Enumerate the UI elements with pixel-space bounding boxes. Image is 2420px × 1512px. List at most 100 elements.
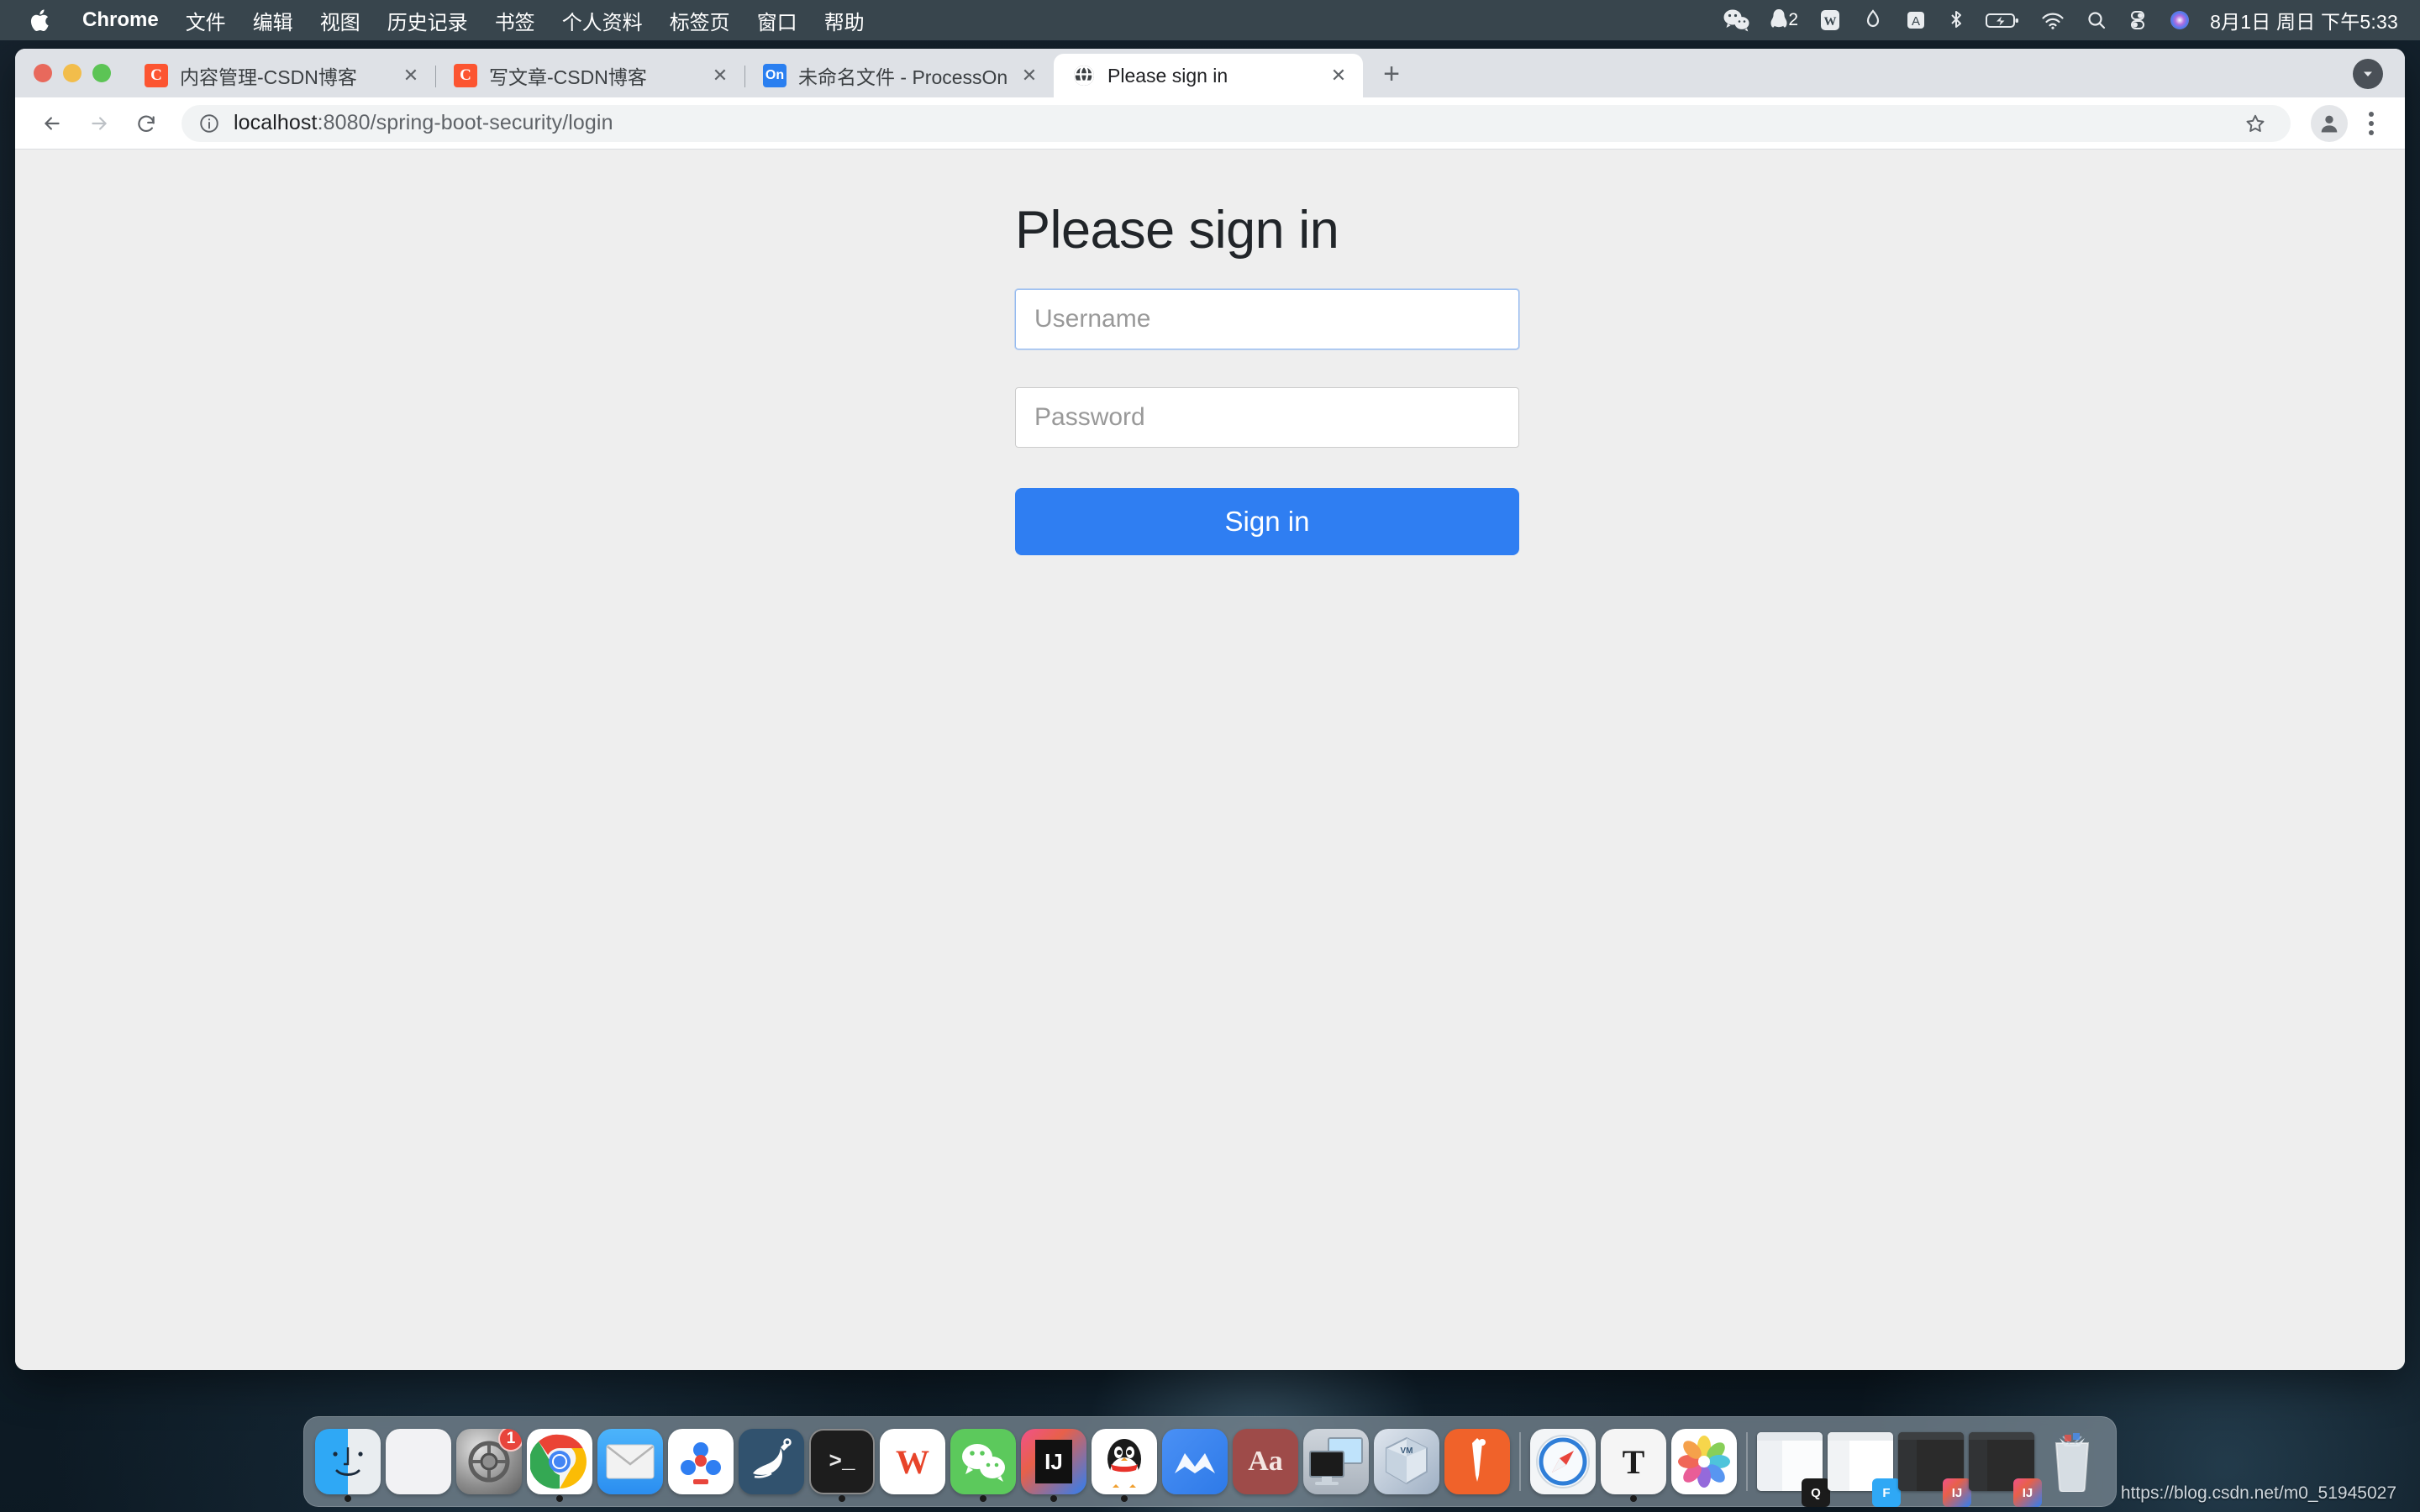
forward-button[interactable] <box>76 100 123 147</box>
intellij-idea-icon: IJ <box>1021 1429 1086 1494</box>
tab-close-button[interactable]: ✕ <box>1324 61 1353 90</box>
dock-sketch[interactable] <box>1442 1420 1512 1504</box>
svg-text:VM: VM <box>1401 1446 1413 1456</box>
dock-virtualbox[interactable]: VM <box>1371 1420 1442 1504</box>
login-form: Please sign in Sign in <box>1015 150 1519 556</box>
chrome-icon <box>527 1429 592 1494</box>
minimize-window-button[interactable] <box>63 64 82 82</box>
mindmaster-icon <box>1162 1429 1228 1494</box>
wifi-status-icon[interactable] <box>2030 0 2075 40</box>
dock-qq[interactable] <box>1089 1420 1160 1504</box>
dock-trash[interactable] <box>2037 1420 2107 1504</box>
dock-minimized-qq-window[interactable]: Q <box>1754 1420 1830 1507</box>
baidu-netdisk-icon <box>668 1429 734 1494</box>
close-window-button[interactable] <box>34 64 52 82</box>
menu-history[interactable]: 历史记录 <box>374 0 481 40</box>
menu-view[interactable]: 视图 <box>307 0 374 40</box>
diamond-status-icon[interactable] <box>1852 0 1894 40</box>
siri-icon[interactable] <box>2158 0 2202 40</box>
dictionary-icon: Aa <box>1233 1429 1298 1494</box>
dock-wechat[interactable] <box>948 1420 1018 1504</box>
dock-baidu-netdisk[interactable] <box>666 1420 736 1504</box>
site-info-icon[interactable] <box>198 113 220 134</box>
menu-edit[interactable]: 编辑 <box>239 0 307 40</box>
dock-google-chrome[interactable] <box>524 1420 595 1504</box>
tab-close-button[interactable]: ✕ <box>1015 61 1044 90</box>
running-indicator-dot <box>345 1495 351 1502</box>
wechat-status-icon[interactable] <box>1713 0 1760 40</box>
tab-title: 未命名文件 - ProcessOn <box>798 66 1008 88</box>
sign-in-button[interactable]: Sign in <box>1015 488 1519 556</box>
dock-system-preferences[interactable]: 1 <box>454 1420 524 1504</box>
dock-finder[interactable] <box>313 1420 383 1504</box>
tab-close-button[interactable]: ✕ <box>397 61 425 90</box>
tab-write-article-csdn[interactable]: C 写文章-CSDN博客 ✕ <box>435 54 744 97</box>
bluetooth-status-icon[interactable] <box>1938 0 1975 40</box>
new-tab-button[interactable]: + <box>1370 52 1413 96</box>
processon-favicon-icon: On <box>763 64 786 87</box>
input-method-status-icon[interactable]: A <box>1894 0 1938 40</box>
dock-mysql-workbench[interactable] <box>736 1420 807 1504</box>
dock-safari[interactable] <box>1528 1420 1598 1504</box>
chrome-menu-button[interactable] <box>2353 100 2390 147</box>
menu-bar-status-area: 2 W A 8月1日 周日 下午5:33 <box>1713 0 2420 40</box>
dock-mindmaster[interactable] <box>1160 1420 1230 1504</box>
virtualbox-icon: VM <box>1374 1429 1439 1494</box>
wps-status-icon[interactable]: W <box>1808 0 1852 40</box>
tab-search-button[interactable] <box>2353 59 2383 89</box>
dock-intellij-idea[interactable]: IJ <box>1018 1420 1089 1504</box>
apple-logo-icon[interactable] <box>20 0 60 40</box>
password-input[interactable] <box>1015 387 1519 449</box>
qq-status-badge: 2 <box>1788 10 1799 29</box>
tab-close-button[interactable]: ✕ <box>706 61 734 90</box>
spotlight-search-icon[interactable] <box>2075 0 2118 40</box>
csdn-favicon-icon: C <box>145 64 168 87</box>
dock-dictionary[interactable]: Aa <box>1230 1420 1301 1504</box>
qq-status-icon[interactable]: 2 <box>1760 0 1808 40</box>
control-center-icon[interactable] <box>2118 0 2158 40</box>
menu-file[interactable]: 文件 <box>172 0 239 40</box>
chrome-browser-window: C 内容管理-CSDN博客 ✕ C 写文章-CSDN博客 ✕ On 未命名文件 … <box>15 49 2405 1370</box>
menu-window[interactable]: 窗口 <box>744 0 811 40</box>
qq-penguin-icon <box>1092 1429 1157 1494</box>
photos-icon <box>1671 1429 1737 1494</box>
svg-text:W: W <box>1824 15 1837 29</box>
tab-please-sign-in[interactable]: Please sign in ✕ <box>1054 54 1363 97</box>
address-bar[interactable]: localhost:8080/spring-boot-security/logi… <box>182 104 2291 142</box>
dock-launchpad[interactable] <box>383 1420 454 1504</box>
tab-processon[interactable]: On 未命名文件 - ProcessOn ✕ <box>744 54 1054 97</box>
tab-separator <box>744 66 745 87</box>
dock-minimized-finder-window[interactable]: F <box>1825 1420 1901 1507</box>
dock-remote-desktop[interactable] <box>1301 1420 1371 1504</box>
dock-wps-office[interactable]: W <box>877 1420 948 1504</box>
finder-icon <box>315 1429 381 1494</box>
globe-favicon-icon <box>1072 64 1096 87</box>
profile-avatar-button[interactable] <box>2311 104 2348 142</box>
menu-profiles[interactable]: 个人资料 <box>549 0 656 40</box>
battery-charging-status-icon[interactable] <box>1975 0 2030 40</box>
csdn-favicon-icon: C <box>454 64 477 87</box>
reload-button[interactable] <box>123 100 170 147</box>
dock-minimized-idea-window-1[interactable]: IJ <box>1896 1420 1971 1507</box>
menu-help[interactable]: 帮助 <box>811 0 878 40</box>
username-input[interactable] <box>1015 289 1519 350</box>
menu-bar-clock[interactable]: 8月1日 周日 下午5:33 <box>2202 6 2403 34</box>
menu-bookmarks[interactable]: 书签 <box>481 0 549 40</box>
dock-typora[interactable]: T <box>1598 1420 1669 1504</box>
zoom-window-button[interactable] <box>92 64 111 82</box>
dock-mail[interactable] <box>595 1420 666 1504</box>
menu-tabs[interactable]: 标签页 <box>656 0 744 40</box>
running-indicator-dot <box>556 1495 563 1502</box>
dock-minimized-idea-window-2[interactable]: IJ <box>1966 1420 2042 1507</box>
tab-strip: C 内容管理-CSDN博客 ✕ C 写文章-CSDN博客 ✕ On 未命名文件 … <box>15 49 2405 97</box>
dock-terminal[interactable]: >_ <box>807 1420 877 1504</box>
running-indicator-dot <box>839 1495 845 1502</box>
url-host: localhost <box>234 111 318 134</box>
dock-photos[interactable] <box>1669 1420 1739 1504</box>
menu-chrome[interactable]: Chrome <box>69 0 172 40</box>
back-button[interactable] <box>29 100 76 147</box>
bookmark-star-button[interactable] <box>2237 105 2274 142</box>
tab-content-management-csdn[interactable]: C 内容管理-CSDN博客 ✕ <box>126 54 435 97</box>
mysql-dolphin-icon <box>739 1429 804 1494</box>
page-title: Please sign in <box>1015 201 1339 260</box>
